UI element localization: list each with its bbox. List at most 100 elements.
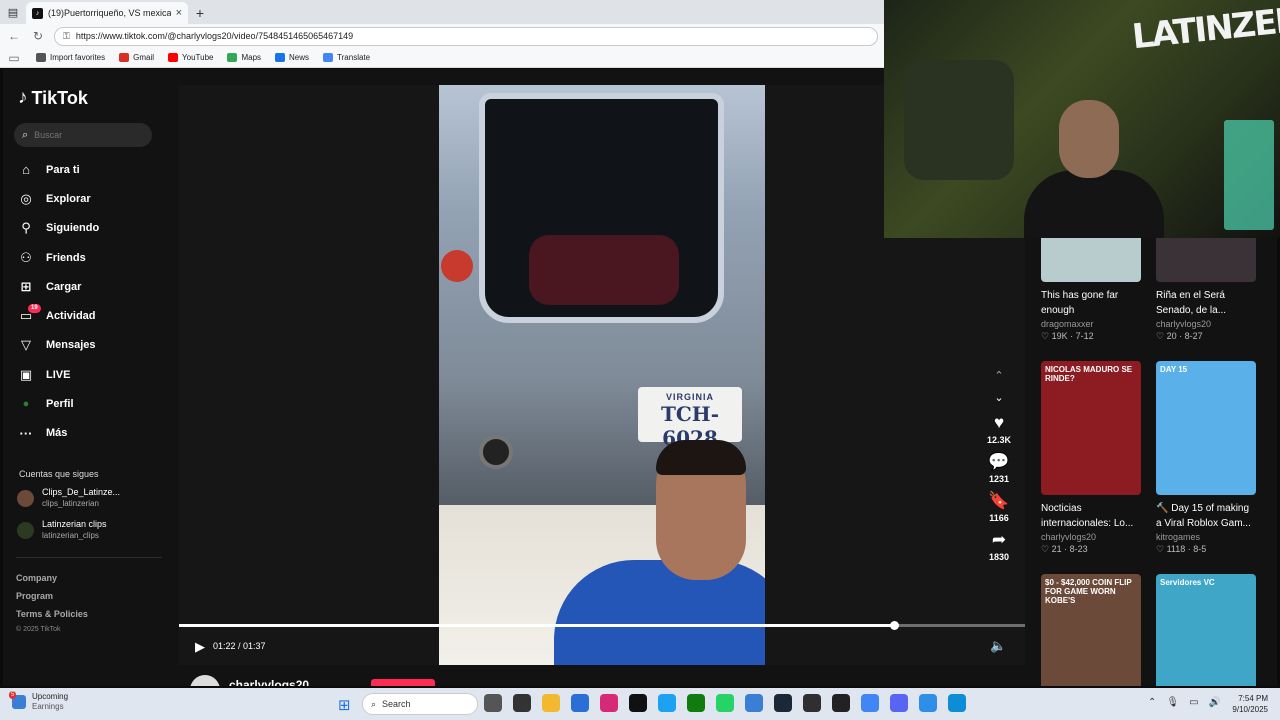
discord-icon[interactable] [890, 694, 908, 712]
card-user[interactable]: kitrogames [1156, 532, 1256, 542]
volume-icon[interactable]: 🔈 [990, 638, 1006, 654]
author-avatar[interactable] [190, 675, 220, 686]
share-icon[interactable]: ➦ [983, 530, 1015, 552]
taskbar-search[interactable]: ⌕ Search [362, 693, 478, 715]
tab-actions-icon[interactable]: ▭ [6, 51, 22, 65]
video-thumbnail[interactable]: NICOLAS MADURO SE RINDE? [1041, 361, 1141, 495]
save-action[interactable]: 🔖 1166 [983, 491, 1015, 523]
bookmark-1[interactable]: Gmail [119, 53, 154, 62]
next-video-icon[interactable]: ⌄ [983, 391, 1015, 413]
widgets-icon[interactable] [484, 694, 502, 712]
new-tab-button[interactable]: + [188, 2, 212, 24]
sidebar-item-8[interactable]: ● Perfil [18, 389, 168, 418]
comment-action[interactable]: 💬 1231 [983, 452, 1015, 484]
taskview-icon[interactable] [513, 694, 531, 712]
prev-video-icon[interactable]: ⌃ [983, 369, 1015, 391]
taskbar-clock[interactable]: 7:54 PM 9/10/2025 [1228, 693, 1268, 715]
share-action[interactable]: ➦ 1830 [983, 530, 1015, 562]
video-card[interactable]: Noroña y Alejandro Moreno. Riña en el Ser… [1156, 238, 1256, 342]
play-icon[interactable]: ▶ [195, 639, 205, 655]
video-thumbnail[interactable]: $0 - $42,000 COIN FLIP FOR GAME WORN KOB… [1041, 574, 1141, 686]
back-icon[interactable]: ← [6, 29, 22, 43]
sidebar-item-1[interactable]: ◎ Explorar [18, 184, 168, 213]
bookmark-icon[interactable]: 🔖 [983, 491, 1015, 513]
obs-icon[interactable] [803, 694, 821, 712]
video-card[interactable]: This has gone far enough dragomaxxer ♡ 19K… [1041, 238, 1141, 342]
microphone-icon[interactable]: 🎙 [1166, 697, 1179, 708]
instagram-icon[interactable] [600, 694, 618, 712]
video-thumbnail[interactable] [1041, 238, 1141, 282]
footer-company-link[interactable]: Company [16, 569, 88, 587]
refresh-icon[interactable]: ↻ [30, 29, 46, 43]
speaker-icon[interactable]: 🔊 [1209, 697, 1221, 708]
card-user[interactable]: dragomaxxer [1041, 319, 1141, 329]
progress-fill [179, 624, 895, 627]
active-tab[interactable]: ♪ (19)Puertorriqueño, VS mexicano × [26, 2, 188, 24]
following-item-0[interactable]: Clips_De_Latinze... clips_latinzerian [17, 487, 167, 509]
action-column: ⌃ ⌄ ♥ 12.3K 💬 1231 🔖 1166 ➦ 1830 [983, 369, 1015, 569]
video-frame[interactable]: VIRGINIA TCH-6028 [439, 85, 765, 665]
bookmark-5[interactable]: Translate [323, 53, 370, 62]
search-input[interactable] [34, 130, 135, 140]
sidebar-item-3[interactable]: ⚇ Friends [18, 243, 168, 272]
more-icon: ··· [19, 425, 33, 441]
edge-icon[interactable] [948, 694, 966, 712]
video-thumbnail[interactable]: Servidores VC [1156, 574, 1256, 686]
sidebar-item-6[interactable]: ▽ Mensajes [18, 331, 168, 360]
tray-chevron-icon[interactable]: ⌃ [1148, 697, 1156, 708]
following-item-1[interactable]: Latinzerian clips latinzerian_clips [17, 519, 167, 541]
bookmark-0[interactable]: Import favorites [36, 53, 105, 62]
sidebar-item-9[interactable]: ··· Más [18, 419, 168, 448]
video-thumbnail[interactable]: Noroña y Alejandro Moreno. [1156, 238, 1256, 282]
card-user[interactable]: charlyvlogs20 [1156, 319, 1256, 329]
video-card[interactable]: DAY 15 🔨 Day 15 of making a Viral Roblox … [1156, 361, 1256, 555]
tiktok-icon[interactable] [629, 694, 647, 712]
bookmark-2[interactable]: YouTube [168, 53, 213, 62]
sidebar-item-2[interactable]: ⚲ Siguiendo [18, 214, 168, 243]
tab-close-icon[interactable]: × [176, 7, 182, 19]
video-card[interactable]: NICOLAS MADURO SE RINDE? Nocticias intern… [1041, 361, 1141, 555]
explorer-icon[interactable] [542, 694, 560, 712]
sidebar-item-0[interactable]: ⌂ Para ti [18, 155, 168, 184]
windows-start-icon[interactable]: ⊞ [338, 696, 351, 714]
progress-knob[interactable] [890, 621, 900, 630]
card-user[interactable]: charlyvlogs20 [1041, 532, 1141, 542]
store-icon[interactable] [571, 694, 589, 712]
window-menu-icon[interactable]: ▤ [0, 0, 26, 24]
video-thumbnail[interactable]: DAY 15 [1156, 361, 1256, 495]
bag-icon[interactable] [745, 694, 763, 712]
heart-icon[interactable]: ♥ [983, 413, 1015, 435]
bookmark-4[interactable]: News [275, 53, 309, 62]
notes-icon[interactable] [919, 694, 937, 712]
sidebar-item-5[interactable]: ▭ 19 Actividad [18, 301, 168, 330]
url-field[interactable]: ⚿ https://www.tiktok.com/@charlyvlogs20/… [54, 26, 878, 46]
address-bar-row: ← ↻ ⚿ https://www.tiktok.com/@charlyvlog… [0, 24, 884, 48]
capcut-icon[interactable] [832, 694, 850, 712]
video-progress-bar[interactable] [179, 621, 1025, 630]
footer-program-link[interactable]: Program [16, 587, 88, 605]
tiktok-logo[interactable]: ♪ TikTok [18, 87, 88, 109]
widget-news[interactable]: 5 Upcoming Earnings [9, 691, 68, 712]
sidebar-item-7[interactable]: ▣ LIVE [18, 360, 168, 389]
search-icon[interactable]: ⌕ [22, 129, 28, 142]
twitter-icon[interactable] [658, 694, 676, 712]
following-icon: ⚲ [21, 220, 31, 236]
steam-icon[interactable] [774, 694, 792, 712]
thumbnail-caption: $0 - $42,000 COIN FLIP FOR GAME WORN KOB… [1045, 578, 1132, 605]
author-name[interactable]: charlyvlogs20 [229, 678, 309, 686]
heart-icon: ♡ [1041, 331, 1052, 341]
video-card[interactable]: $0 - $42,000 COIN FLIP FOR GAME WORN KOB… [1041, 574, 1141, 686]
whatsapp-icon[interactable] [716, 694, 734, 712]
like-action[interactable]: ♥ 12.3K [983, 413, 1015, 445]
xbox-icon[interactable] [687, 694, 705, 712]
sidebar-item-4[interactable]: ⊞ Cargar [18, 272, 168, 301]
video-card[interactable]: Servidores VC [1156, 574, 1256, 686]
follow-button[interactable] [371, 679, 435, 686]
chrome-icon[interactable] [861, 694, 879, 712]
widget-subtitle: Earnings [32, 702, 64, 711]
tiktok-note-icon: ♪ [18, 87, 28, 108]
bookmark-3[interactable]: Maps [227, 53, 261, 62]
comment-icon[interactable]: 💬 [983, 452, 1015, 474]
footer-terms-link[interactable]: Terms & Policies [16, 605, 88, 623]
network-icon[interactable]: ▭ [1189, 697, 1198, 708]
